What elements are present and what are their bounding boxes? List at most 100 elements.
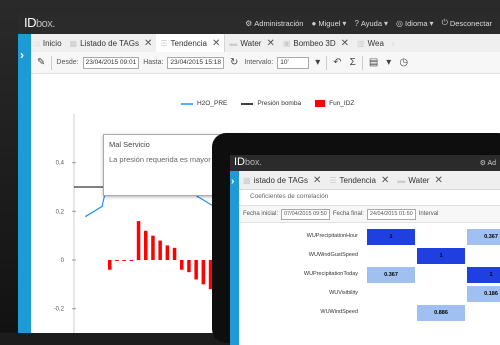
sidebar-toggle[interactable]: › (230, 171, 239, 345)
tab-bar: ⌂ Inicio ▦ Listado de TAGs ✕ ☰ Tendencia ✕ ▬ W… (31, 34, 500, 53)
bar (194, 260, 198, 280)
matrix-row-label: WUWindGustSpeed (308, 252, 358, 258)
tab-listado-tags[interactable]: ▦ Listado de TAGs ✕ (66, 34, 157, 52)
tab-tendencia[interactable]: ☰ Tendencia ✕ (156, 34, 226, 52)
edit-icon[interactable]: ✎ (35, 57, 47, 68)
bar (122, 260, 126, 261)
matrix-cell[interactable]: 0.186 (467, 286, 500, 302)
desde-label: Desde: (56, 59, 79, 66)
tab-listado-tags[interactable]: ▦ istado de TAGs ✕ (239, 171, 325, 189)
sum-icon[interactable]: Σ (348, 57, 358, 68)
save-icon[interactable]: ▤ (367, 57, 380, 68)
chevron-right-icon: › (391, 38, 395, 48)
app-logo[interactable]: IDbox. (234, 156, 262, 168)
y-tick-label: 0,4 (56, 161, 65, 167)
tab-bombeo-3d[interactable]: ▣ Bombeo 3D ✕ (279, 34, 353, 52)
image-icon: ▣ (282, 38, 291, 48)
bar (201, 260, 206, 285)
menu-administracion[interactable]: ⚙ Administración (245, 18, 303, 28)
matrix-row: WUWindSpeed 0.886 (239, 303, 500, 322)
chevron-down-icon[interactable]: ▾ (313, 57, 322, 68)
close-icon[interactable]: ✕ (381, 175, 389, 186)
divider (361, 55, 363, 70)
matrix-row: WUWindGustSpeed 1 (239, 246, 500, 265)
close-icon[interactable]: ✕ (313, 175, 321, 186)
bar (165, 245, 170, 260)
hasta-input[interactable]: 23/04/2015 15:18 (167, 56, 225, 69)
close-icon[interactable]: ✕ (144, 38, 152, 49)
matrix-cell[interactable]: 0.886 (417, 305, 465, 321)
top-menu: ⚙ Administración ● Miguel ▾ ? Ayuda ▾ ◎ Idioma… (245, 18, 492, 28)
matrix-cell[interactable]: 0.367 (467, 229, 500, 245)
gear-icon: ⚙ (245, 18, 253, 28)
y-tick-label: 0 (61, 258, 65, 264)
bar (136, 221, 141, 260)
tablet-menu[interactable]: ⚙ Ad (480, 159, 496, 167)
divider (326, 55, 328, 70)
correlation-matrix: WUPrecipitationHour 1 0.367 WUWindGustSpee… (239, 227, 500, 322)
sidebar-toggle[interactable]: › (18, 34, 31, 333)
menu-idioma[interactable]: ◎ Idioma ▾ (396, 18, 434, 28)
table-icon: ▦ (69, 38, 78, 48)
matrix-cell[interactable]: 0.367 (367, 267, 415, 283)
chevron-down-icon[interactable]: ▾ (384, 57, 393, 68)
chevron-right-icon: › (20, 48, 24, 62)
gear-icon: ⚙ (479, 160, 486, 167)
power-icon: ⏻ (441, 18, 448, 27)
divider (51, 55, 53, 70)
tablet-top-bar: IDbox. ⚙ Ad (230, 155, 500, 171)
undo-icon[interactable]: ↶ (331, 57, 343, 68)
fecha-inicial-input[interactable]: 07/04/2015 09:50 (281, 208, 330, 220)
refresh-icon[interactable]: ↻ (228, 57, 240, 68)
menu-ayuda[interactable]: ? Ayuda ▾ (354, 18, 388, 28)
table-icon: ▦ (243, 175, 251, 185)
series-point (197, 195, 199, 198)
tab-wea[interactable]: ▥ Wea (353, 34, 388, 52)
home-icon: ⌂ (35, 38, 40, 48)
bar (115, 260, 119, 261)
matrix-cell[interactable]: 1 (367, 229, 415, 245)
fecha-final-input[interactable]: 24/04/2015 01:50 (366, 208, 416, 220)
clock-icon[interactable]: ◷ (397, 57, 410, 68)
intervalo-label: Intervalo: (244, 59, 274, 66)
tablet-screen: IDbox. ⚙ Ad › ▦ istado de TAGs ✕ ☰ Tendenci… (230, 155, 500, 345)
bar (151, 235, 155, 260)
bar (144, 230, 148, 260)
close-icon[interactable]: ✕ (266, 38, 274, 49)
intervalo-select[interactable]: 10' (277, 56, 310, 69)
bar (158, 240, 162, 260)
tablet-tab-bar: ▦ istado de TAGs ✕ ☰ Tendencia ✕ ▬ Water ✕ (239, 171, 500, 190)
tab-tendencia[interactable]: ☰ Tendencia ✕ (325, 171, 393, 189)
folder-icon: ▬ (229, 38, 238, 48)
tab-inicio[interactable]: ⌂ Inicio (31, 34, 66, 52)
interval-label: Interval (418, 211, 439, 217)
tab-scroll[interactable]: › (388, 34, 399, 52)
app-logo[interactable]: IDbox. (24, 15, 55, 30)
close-icon[interactable]: ✕ (212, 38, 220, 49)
fecha-inicial-label: Fecha inicial: (243, 211, 279, 217)
grid-icon: ▥ (357, 38, 365, 48)
menu-user[interactable]: ● Miguel ▾ (311, 18, 346, 28)
matrix-row-label: WUVisibility (329, 290, 358, 296)
matrix-row-label: WUWindSpeed (320, 309, 358, 315)
matrix-cell[interactable]: 1 (467, 267, 500, 283)
top-bar: IDbox. ⚙ Administración ● Miguel ▾ ? Ayuda ▾ … (18, 12, 500, 34)
chevron-right-icon: › (231, 176, 235, 187)
matrix-cell[interactable]: 1 (417, 248, 465, 264)
matrix-row: WUVisibility 0.186 (239, 284, 500, 303)
close-icon[interactable]: ✕ (434, 175, 442, 186)
close-icon[interactable]: ✕ (341, 38, 349, 49)
help-icon: ? (354, 18, 359, 28)
tab-water[interactable]: ▬ Water ✕ (393, 171, 446, 189)
chevron-down-icon: ▾ (384, 18, 389, 28)
bar (180, 260, 184, 270)
tab-water[interactable]: ▬ Water ✕ (225, 34, 278, 52)
folder-icon: ▬ (397, 175, 406, 185)
bar (129, 260, 134, 261)
matrix-row: WUPrecipitationToday 0.367 1 (239, 265, 500, 284)
hasta-label: Hasta: (143, 59, 164, 66)
user-icon: ● (311, 18, 317, 28)
desde-input[interactable]: 23/04/2015 09:01 (82, 56, 140, 69)
menu-desconectar[interactable]: ⏻ Desconectar (442, 18, 492, 28)
trend-icon: ☰ (160, 38, 168, 48)
